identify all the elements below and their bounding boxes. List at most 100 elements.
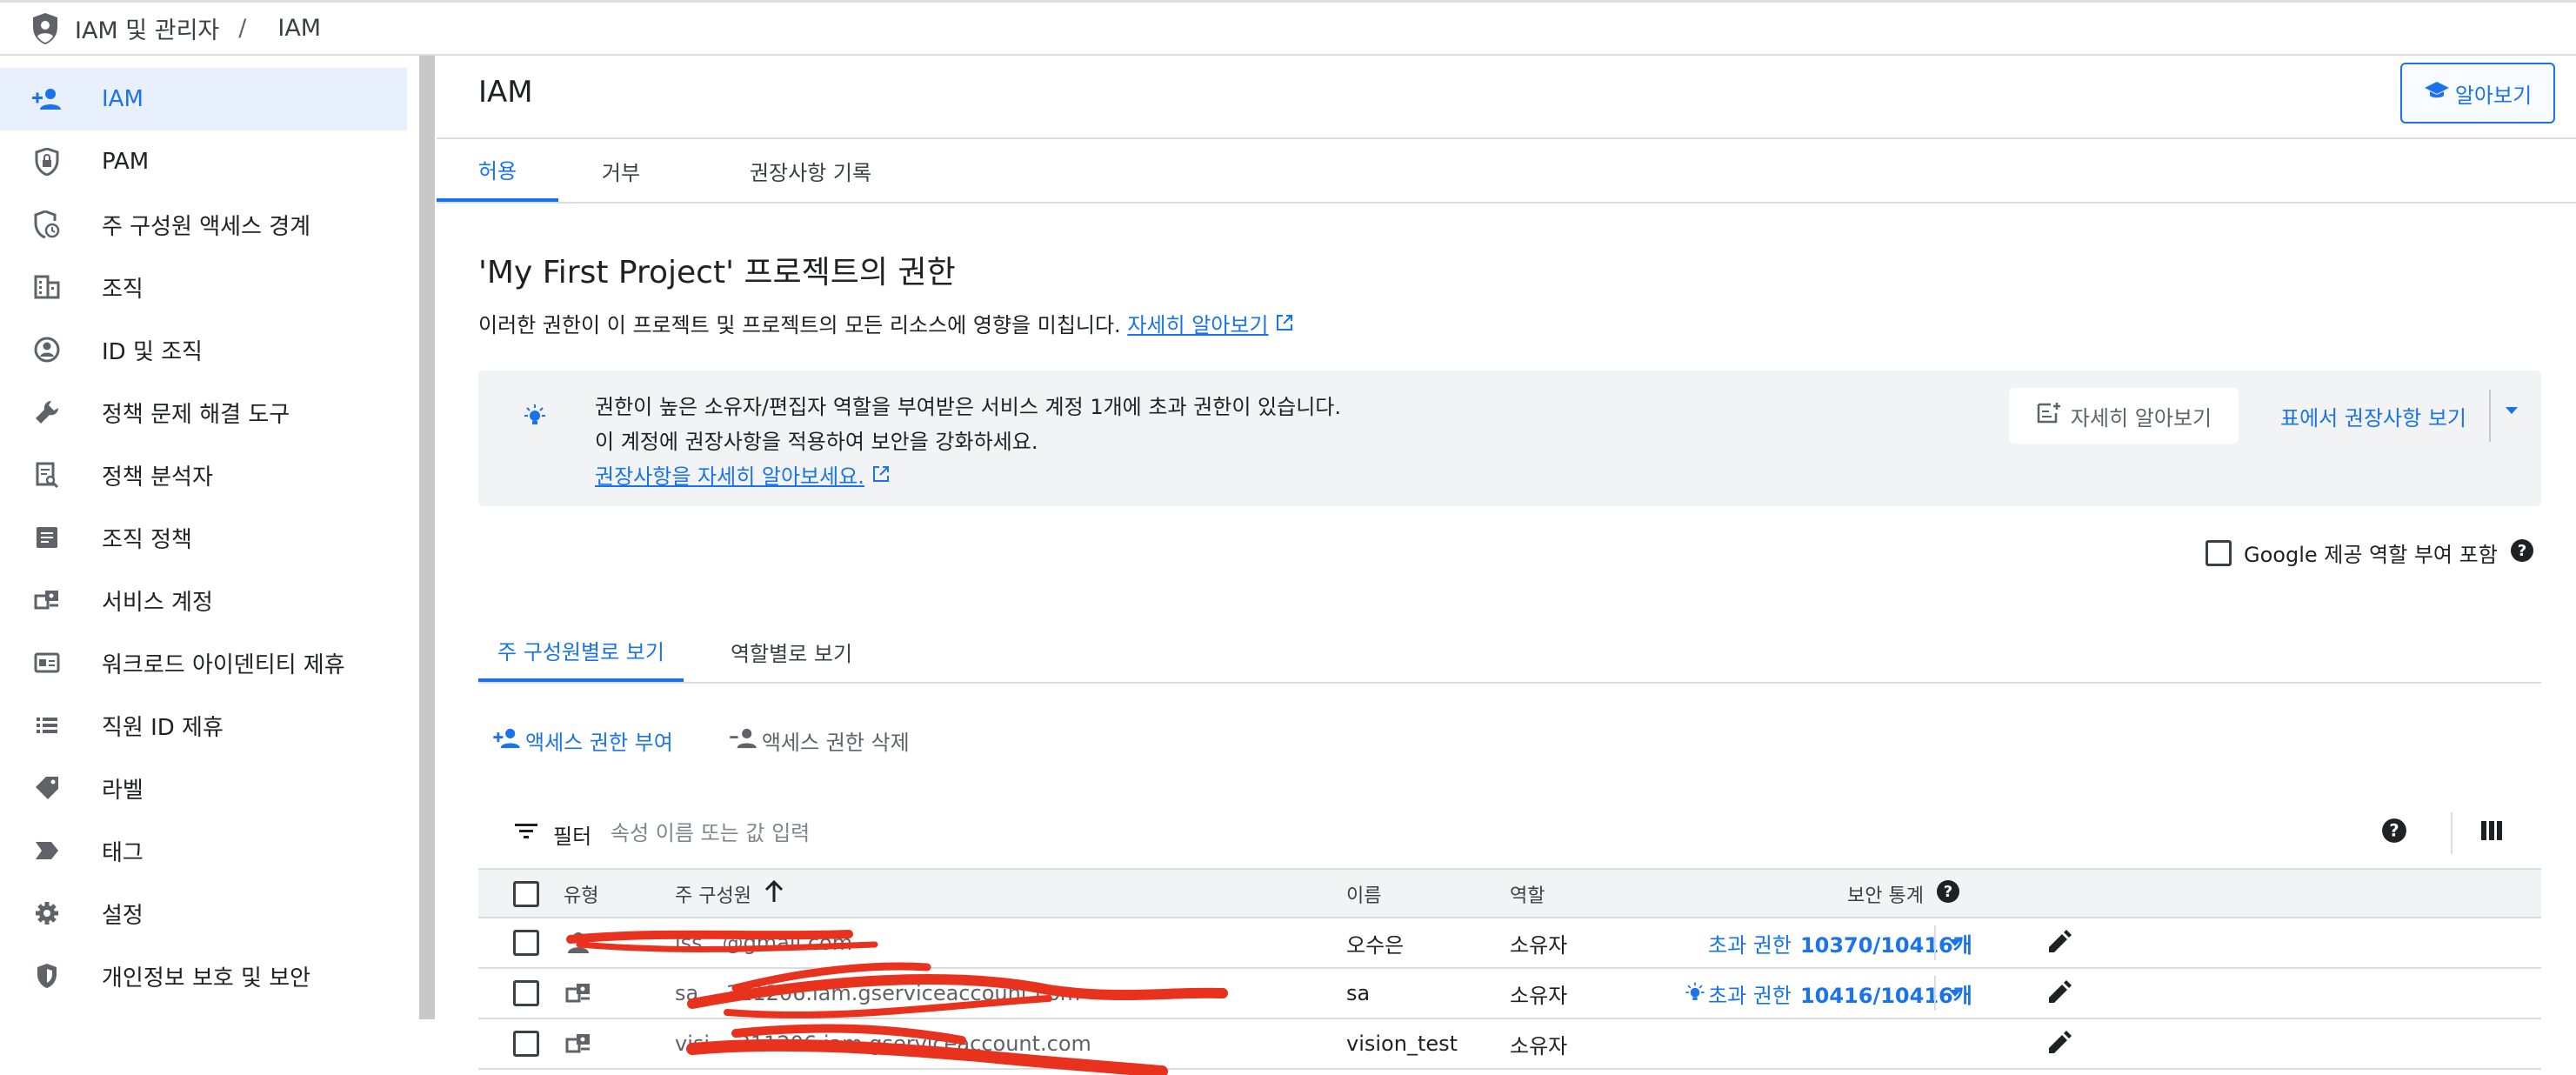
banner-learn-more-button[interactable]: 자세히 알아보기 xyxy=(2009,388,2239,444)
lightbulb-icon xyxy=(520,402,550,435)
account-circle-icon xyxy=(31,334,63,365)
svg-text:?: ? xyxy=(2389,820,2399,840)
row-select-cell xyxy=(513,918,539,967)
sidebar-item-service-accounts[interactable]: 서비스 계정 xyxy=(0,569,407,631)
header-type[interactable]: 유형 xyxy=(564,870,598,918)
header-principal[interactable]: 주 구성원 xyxy=(675,870,784,918)
shield-lock-icon xyxy=(31,146,63,177)
help-icon[interactable]: ? xyxy=(2510,538,2534,568)
table-row[interactable]: sa...-311206.iam.gserviceaccount.com sa … xyxy=(478,969,2541,1019)
arrow-up-icon xyxy=(764,879,784,909)
external-link-icon xyxy=(1275,313,1294,337)
sidebar-item-label: 태그 xyxy=(102,839,143,866)
recommendations-learn-link[interactable]: 권장사항을 자세히 알아보세요. xyxy=(595,464,864,489)
filter-label: 필터 xyxy=(553,825,592,849)
sidebar-item-policy-analyzer[interactable]: 정책 분석자 xyxy=(0,444,407,506)
edit-pencil-icon[interactable] xyxy=(2045,918,2072,967)
column-display-icon[interactable] xyxy=(2479,818,2505,847)
page-title: IAM xyxy=(478,75,533,110)
excess-permissions-cell[interactable]: 초과 권한 10370/10416개 xyxy=(1708,918,1972,967)
view-recommendations-in-table-button[interactable]: 표에서 권장사항 보기 xyxy=(2280,388,2466,444)
tab-view-by-role[interactable]: 역할별로 보기 xyxy=(704,621,878,682)
sidebar-item-label: 설정 xyxy=(102,902,143,929)
tab-recommendation-history[interactable]: 권장사항 기록 xyxy=(697,139,924,202)
edit-pencil-icon[interactable] xyxy=(2045,1019,2072,1068)
note-add-icon xyxy=(2036,401,2062,431)
grant-access-button[interactable]: 액세스 권한 부여 xyxy=(492,725,673,756)
sidebar-item-organization[interactable]: 조직 xyxy=(0,256,407,318)
sidebar-item-identity-organization[interactable]: ID 및 조직 xyxy=(0,318,407,381)
sidebar-item-labels[interactable]: 라벨 xyxy=(0,757,407,819)
banner-line-2: 이 계정에 권장사항을 적용하여 보안을 강화하세요. xyxy=(595,430,1038,454)
sidebar-item-workforce-identity-federation[interactable]: 직원 ID 제휴 xyxy=(0,694,407,757)
header-principal-label: 주 구성원 xyxy=(675,885,751,907)
gear-icon xyxy=(31,898,63,929)
cell-divider xyxy=(1934,976,1936,1011)
tab-view-by-principal[interactable]: 주 구성원별로 보기 xyxy=(478,621,684,682)
sidebar-item-label: 직원 ID 제휴 xyxy=(102,714,224,741)
sidebar-item-policy-troubleshooter[interactable]: 정책 문제 해결 도구 xyxy=(0,381,407,444)
school-cap-icon xyxy=(2424,80,2450,106)
select-all-cell xyxy=(513,870,539,918)
action-bar: 액세스 권한 부여 액세스 권한 삭제 xyxy=(492,725,910,756)
help-icon[interactable]: ? xyxy=(2381,818,2407,847)
top-bar: IAM 및 관리자 / IAM xyxy=(0,0,2576,56)
sidebar-item-workload-identity-federation[interactable]: 워크로드 아이덴티티 제휴 xyxy=(0,631,407,694)
sidebar-item-label: 서비스 계정 xyxy=(102,589,213,616)
learn-button-label: 알아보기 xyxy=(2454,83,2533,108)
edit-pencil-icon[interactable] xyxy=(2045,969,2072,1018)
excess-permissions-cell[interactable]: 초과 권한 10416/10416개 xyxy=(1708,969,1972,1018)
wrench-icon xyxy=(31,397,63,428)
sidebar-scrollbar[interactable] xyxy=(419,56,435,1019)
tab-deny[interactable]: 거부 xyxy=(558,139,684,202)
sidebar-item-settings[interactable]: 설정 xyxy=(0,882,407,945)
learn-more-link[interactable]: 자세히 알아보기 xyxy=(1127,313,1268,337)
caret-down-icon[interactable] xyxy=(1946,969,1964,1018)
header-role[interactable]: 역할 xyxy=(1510,870,1545,918)
excess-permissions-label: 초과 권한 xyxy=(1708,983,1792,1008)
header-security-insights: 보안 통계 ? xyxy=(1847,870,1960,918)
header-name[interactable]: 이름 xyxy=(1346,870,1381,918)
person-add-icon xyxy=(492,728,522,754)
banner-link-row: 권장사항을 자세히 알아보세요. xyxy=(595,459,891,490)
help-icon[interactable]: ? xyxy=(1936,879,1960,909)
principal-cell: visi...-311206.iam.gserviceaccount.com xyxy=(675,1032,1091,1056)
row-checkbox[interactable] xyxy=(513,930,539,956)
row-checkbox[interactable] xyxy=(513,980,539,1006)
list-icon xyxy=(31,710,63,741)
sidebar-item-iam[interactable]: IAM xyxy=(0,68,407,130)
section-title: 'My First Project' 프로젝트의 권한 xyxy=(478,255,956,290)
caret-down-icon[interactable] xyxy=(2503,404,2520,420)
sidebar-item-tags[interactable]: 태그 xyxy=(0,819,407,882)
caret-down-icon[interactable] xyxy=(1946,918,1964,967)
sidebar-item-label: 라벨 xyxy=(102,777,143,804)
include-google-roles-checkbox[interactable] xyxy=(2206,539,2232,566)
tab-allow[interactable]: 허용 xyxy=(437,139,558,202)
role-cell: 소유자 xyxy=(1510,932,1568,958)
filter-input[interactable] xyxy=(611,814,2002,852)
sidebar-item-label: 조직 정책 xyxy=(102,526,192,553)
sidebar-item-principal-access-boundary[interactable]: 주 구성원 액세스 경계 xyxy=(0,193,407,256)
breadcrumb-section[interactable]: IAM 및 관리자 xyxy=(75,11,219,45)
sidebar-item-org-policy[interactable]: 조직 정책 xyxy=(0,506,407,569)
remove-access-button[interactable]: 액세스 권한 삭제 xyxy=(729,725,910,756)
filter-divider xyxy=(2451,812,2453,854)
person-remove-icon xyxy=(729,728,758,754)
learn-button[interactable]: 알아보기 xyxy=(2400,63,2555,124)
select-all-checkbox[interactable] xyxy=(513,881,539,907)
table-row[interactable]: visi...-311206.iam.gserviceaccount.com v… xyxy=(478,1019,2541,1070)
section-description-text: 이러한 권한이 이 프로젝트 및 프로젝트의 모든 리소스에 영향을 미칩니다. xyxy=(478,313,1121,337)
breadcrumb-separator: / xyxy=(238,15,247,42)
filter-list-icon xyxy=(513,821,539,845)
service-account-icon xyxy=(565,969,591,1018)
sidebar-item-privacy-security[interactable]: 개인정보 보호 및 보안 xyxy=(0,945,407,1007)
table-row[interactable]: iss...@gmail.com 오수은 소유자 초과 권한 10370/104… xyxy=(478,918,2541,969)
sidebar-item-label: 정책 분석자 xyxy=(102,464,213,491)
iam-shield-logo-icon xyxy=(31,11,63,46)
row-select-cell xyxy=(513,969,539,1018)
sidebar-item-pam[interactable]: PAM xyxy=(0,130,407,193)
remove-access-label: 액세스 권한 삭제 xyxy=(761,731,910,755)
tag-icon xyxy=(31,772,63,804)
sidebar-item-label: 정책 문제 해결 도구 xyxy=(102,401,290,428)
row-checkbox[interactable] xyxy=(513,1031,539,1057)
